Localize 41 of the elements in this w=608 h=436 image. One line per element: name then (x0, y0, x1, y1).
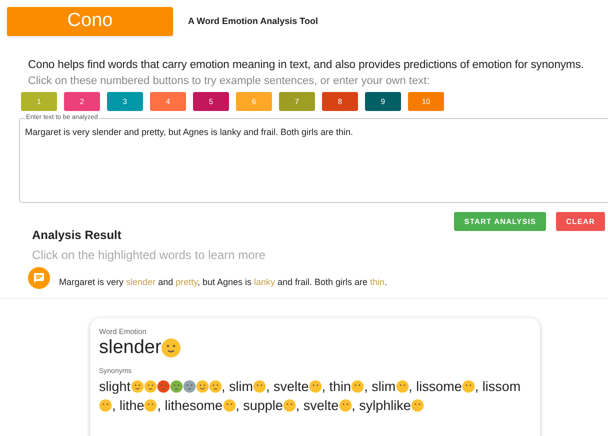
synonym-word[interactable]: , slim (222, 379, 254, 394)
section-subtitle: Click on the highlighted words to learn more (32, 247, 266, 264)
neutral-face-icon (99, 399, 112, 412)
synonym-word[interactable]: , supple (236, 398, 283, 414)
hint-text: Click on these numbered buttons to try example sentences, or enter your own text: (28, 74, 431, 89)
neutral-face-icon (222, 399, 236, 412)
logo: Cono (7, 7, 173, 36)
neutral-face-icon (253, 380, 266, 394)
happy-face-icon (196, 380, 209, 394)
chat-icon (28, 266, 50, 289)
pensive-face-icon (144, 380, 157, 394)
synonym-word[interactable]: , slim (364, 379, 396, 394)
synonym-word[interactable]: , thin (322, 379, 352, 394)
synonym-word[interactable]: slight (99, 379, 131, 394)
synonym-word[interactable]: , lithe (112, 398, 144, 414)
angry-face-icon (156, 380, 170, 394)
synonym-word[interactable]: , lithesome (157, 398, 223, 414)
field-value: Margaret is very slender and pretty, but Agnes is lanky and frail. Both girls are thin. (25, 126, 354, 139)
emotion-word: slender (99, 336, 162, 359)
synonym-word[interactable]: , sylphlike (352, 398, 411, 414)
neutral-face-icon (462, 380, 475, 394)
fearful-face-icon (182, 380, 196, 394)
synonym-word[interactable]: , lissom (474, 379, 521, 394)
neutral-face-icon (282, 399, 296, 412)
synonym-word[interactable]: , svelte (266, 379, 309, 394)
smile-face-icon (130, 380, 144, 394)
crying-face-icon (208, 380, 222, 394)
sick-face-icon (170, 380, 183, 394)
neutral-face-icon (396, 380, 409, 394)
neutral-face-icon (308, 380, 322, 394)
result-sentence: Margaret is very slender and pretty, but Agnes is lanky and frail. Both girls are thin. (59, 276, 388, 289)
synonym-word[interactable]: , svelte (296, 398, 339, 414)
smile-face-icon (161, 338, 182, 358)
neutral-face-icon (410, 399, 424, 412)
section-title: Analysis Result (32, 227, 122, 244)
neutral-face-icon (144, 399, 158, 412)
neutral-face-icon (338, 399, 352, 412)
neutral-face-icon (351, 380, 364, 394)
synonym-word[interactable]: , lissome (408, 379, 462, 394)
tagline: A Word Emotion Analysis Tool (188, 14, 318, 28)
intro-text: Cono helps find words that carry emotion meaning in text, and also provides predictions of emotion for synonyms. (28, 58, 585, 73)
